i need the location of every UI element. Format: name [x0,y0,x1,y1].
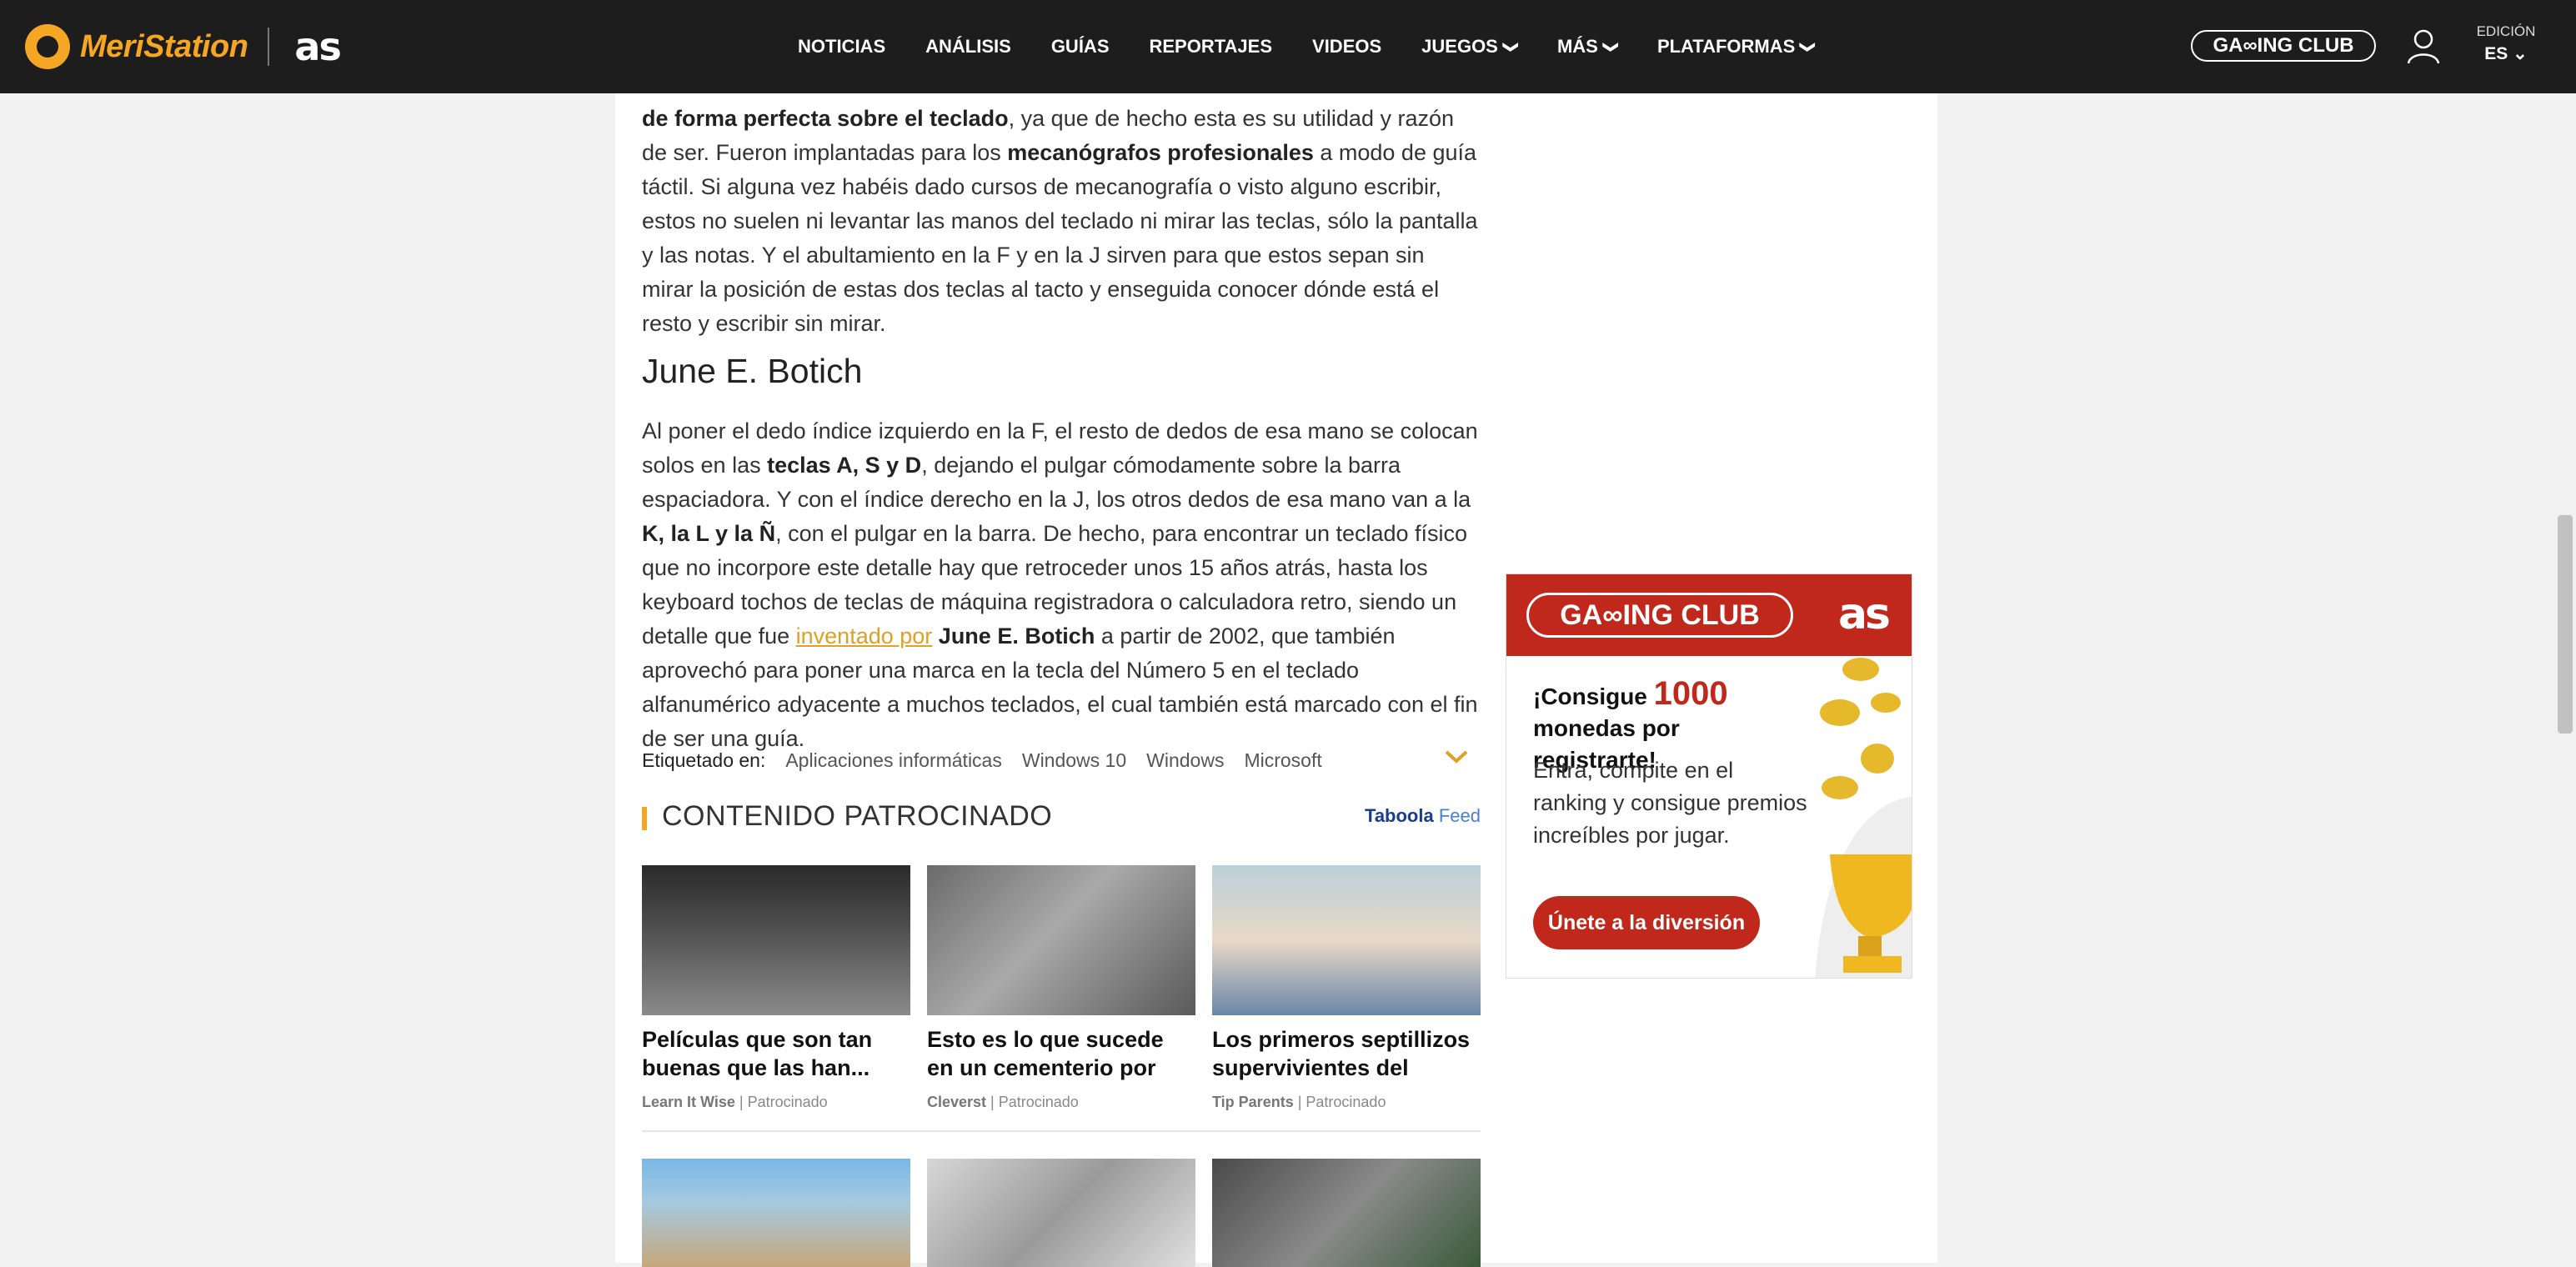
sponsored-cards-row-2 [642,1159,1481,1267]
trophy-coins-icon [1815,658,1912,978]
card-image[interactable] [1212,865,1481,1015]
nav-label: JUEGOS [1421,36,1498,57]
nav-label: ANÁLISIS [925,36,1011,57]
brand-name: MeriStation [80,28,248,64]
page-scrollbar[interactable] [2554,93,2576,1263]
tags-label: Etiquetado en: [642,749,766,771]
text [932,623,939,649]
card-source: Tip Parents | Patrocinado [1212,1094,1386,1110]
logo-divider [268,28,270,66]
tag-link[interactable]: Windows [1146,749,1224,772]
bold-text: de forma perfecta sobre el teclado [642,106,1009,131]
main-nav: NOTICIAS ANÁLISIS GUÍAS REPORTAJES VIDEO… [798,0,1854,93]
bold-text: mecanógrafos profesionales [1007,140,1314,165]
bold-text: June E. Botich [938,623,1095,649]
sponsored-header: CONTENIDO PATROCINADO Taboola Feed [642,800,1481,837]
card-image[interactable] [642,1159,910,1267]
nav-label: PLATAFORMAS [1656,36,1796,57]
site-logo[interactable]: MeriStation as [25,23,342,70]
as-logo: as [1837,589,1891,639]
nav-label: NOTICIAS [798,36,886,57]
text: a modo de guía táctil. Si alguna vez hab… [642,140,1478,336]
join-button[interactable]: Únete a la diversión [1533,896,1760,949]
nav-label: VIDEOS [1312,36,1382,57]
provider-suffix: Feed [1433,805,1481,826]
provider-name: Taboola [1365,805,1434,826]
chevron-down-icon: ⌄ [2513,44,2528,63]
source-name: Learn It Wise [642,1094,735,1110]
nav-juegos[interactable]: JUEGOS ❯ [1421,36,1520,58]
nav-noticias[interactable]: NOTICIAS [798,36,885,58]
gaming-club-ad[interactable]: GA∞ING CLUB as ¡Consigue 1000 monedas po… [1506,573,1912,979]
chevron-down-icon: ❯ [1800,40,1817,53]
nav-plataformas[interactable]: PLATAFORMAS ❯ [1656,36,1817,58]
section-heading: June E. Botich [642,352,863,390]
nav-analisis[interactable]: ANÁLISIS [925,36,1011,58]
edition-value: ES ⌄ [2473,43,2539,64]
chevron-down-icon: ❯ [1502,40,1520,53]
card-title[interactable]: Esto es lo que sucede en un cementerio p… [927,1025,1195,1084]
card-image[interactable] [1212,1159,1481,1267]
nav-label: GUÍAS [1050,36,1110,57]
scrollbar-thumb[interactable] [2558,515,2573,734]
gaming-club-logo: GA∞ING CLUB [1526,593,1793,638]
card-image[interactable] [927,1159,1195,1267]
nav-label: MÁS [1556,36,1598,57]
chevron-down-icon: ❯ [1602,40,1620,53]
source-name: Cleverst [927,1094,987,1110]
sponsored-title: CONTENIDO PATROCINADO [662,800,1053,832]
nav-label: REPORTAJES [1149,36,1273,57]
nav-videos[interactable]: VIDEOS [1312,36,1381,58]
tag-link[interactable]: Windows 10 [1022,749,1126,772]
coins-count: 1000 [1653,675,1728,712]
edition-code: ES [2484,44,2508,63]
nav-reportajes[interactable]: REPORTAJES [1150,36,1273,58]
tag-link[interactable]: Microsoft [1244,749,1321,772]
source-name: Tip Parents [1212,1094,1294,1110]
accent-bar [642,807,647,830]
sponsored-card[interactable]: Películas que son tan buenas que las han… [642,865,910,1111]
card-source: Cleverst | Patrocinado [927,1094,1079,1110]
tag-link[interactable]: Aplicaciones informáticas [785,749,1002,772]
bold-text: teclas A, S y D [767,453,922,478]
card-title[interactable]: Los primeros septillizos supervivientes … [1212,1025,1481,1084]
card-image[interactable] [927,865,1195,1015]
user-icon[interactable] [2407,29,2440,64]
taboola-logo[interactable]: Taboola Feed [1365,805,1481,827]
edition-selector[interactable]: EDICIÓN ES ⌄ [2473,23,2539,64]
nav-guias[interactable]: GUÍAS [1051,36,1110,58]
meristation-logo-icon [25,24,70,69]
card-title[interactable]: Películas que son tan buenas que las han… [642,1025,910,1084]
sponsored-card[interactable]: Los primeros septillizos supervivientes … [1212,865,1481,1111]
sponsored-card[interactable]: Esto es lo que sucede en un cementerio p… [927,865,1195,1111]
nav-mas[interactable]: MÁS ❯ [1556,36,1620,58]
inventado-por-link[interactable]: inventado por [796,623,933,649]
edition-label: EDICIÓN [2476,23,2536,39]
article-paragraph: de forma perfecta sobre el teclado, ya q… [642,102,1481,341]
ad-header: GA∞ING CLUB as [1506,574,1912,656]
sponsored-tag: Patrocinado [1306,1094,1386,1110]
card-source: Learn It Wise | Patrocinado [642,1094,828,1110]
chevron-down-icon[interactable] [1444,749,1469,765]
card-image[interactable] [642,865,910,1015]
gaming-club-button[interactable]: GA∞ING CLUB [2191,30,2376,62]
text: ¡Consigue [1533,684,1654,709]
cards-divider [642,1130,1481,1132]
sponsored-tag: Patrocinado [998,1094,1079,1110]
sponsored-tag: Patrocinado [747,1094,828,1110]
bold-text: K, la L y la Ñ [642,521,776,546]
article-paragraph: Al poner el dedo índice izquierdo en la … [642,414,1481,756]
ad-body: Entra, compite en el ranking y consigue … [1533,758,1807,848]
as-logo[interactable]: as [294,24,341,69]
article-tags: Etiquetado en: Aplicaciones informáticas… [642,744,1481,777]
site-header: MeriStation as NOTICIAS ANÁLISIS GUÍAS R… [0,0,2576,93]
